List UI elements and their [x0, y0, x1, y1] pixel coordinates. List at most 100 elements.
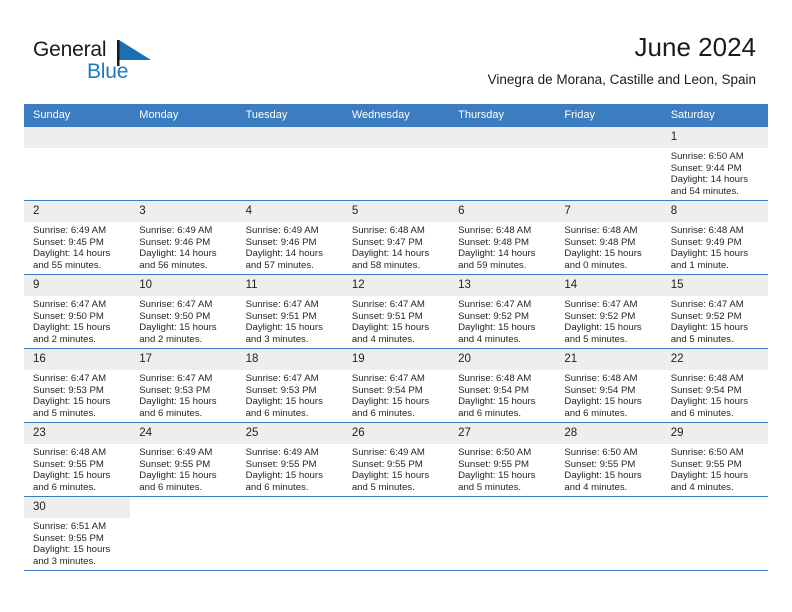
daylight-text: Daylight: 15 hours and 5 minutes. — [33, 396, 111, 419]
calendar-cell-empty — [130, 126, 237, 201]
calendar-day-cell[interactable]: 23 Sunrise: 6:48 AM Sunset: 9:55 PM Dayligh… — [24, 422, 131, 497]
day-number: 4 — [236, 201, 343, 222]
daylight-text: Daylight: 15 hours and 3 minutes. — [33, 544, 111, 567]
title-block: June 2024 Vinegra de Morana, Castille an… — [488, 32, 756, 89]
day-info: Sunrise: 6:48 AM Sunset: 9:48 PM Daylight:… — [555, 222, 661, 271]
day-number: 14 — [555, 275, 662, 296]
calendar-day-cell[interactable]: 17 Sunrise: 6:47 AM Sunset: 9:53 PM Dayligh… — [130, 348, 237, 423]
day-number: 19 — [342, 349, 450, 370]
day-info: Sunrise: 6:47 AM Sunset: 9:53 PM Daylight:… — [24, 370, 130, 419]
calendar-day-cell[interactable]: 25 Sunrise: 6:49 AM Sunset: 9:55 PM Dayligh… — [236, 422, 343, 497]
day-number: 9 — [24, 275, 131, 296]
calendar-day-cell[interactable]: 10 Sunrise: 6:47 AM Sunset: 9:50 PM Dayligh… — [130, 274, 237, 349]
calendar-day-cell[interactable]: 7 Sunrise: 6:48 AM Sunset: 9:48 PM Daylight… — [555, 200, 662, 275]
day-info: Sunrise: 6:48 AM Sunset: 9:49 PM Daylight:… — [662, 222, 768, 271]
sunset-text: Sunset: 9:51 PM — [245, 310, 317, 322]
calendar-bottom-rule — [24, 570, 768, 571]
day-info: Sunrise: 6:47 AM Sunset: 9:50 PM Daylight:… — [24, 296, 130, 345]
daylight-text: Daylight: 15 hours and 6 minutes. — [351, 396, 430, 419]
day-number: 15 — [661, 275, 768, 296]
day-info: Sunrise: 6:47 AM Sunset: 9:50 PM Daylight:… — [130, 296, 236, 345]
calendar-day-cell[interactable]: 9 Sunrise: 6:47 AM Sunset: 9:50 PM Daylight… — [24, 274, 131, 349]
calendar-day-cell[interactable]: 18 Sunrise: 6:47 AM Sunset: 9:53 PM Dayligh… — [236, 348, 343, 423]
calendar-cell-empty — [342, 496, 450, 570]
calendar-day-cell[interactable]: 6 Sunrise: 6:48 AM Sunset: 9:48 PM Daylight… — [449, 200, 556, 275]
calendar-day-cell[interactable]: 19 Sunrise: 6:47 AM Sunset: 9:54 PM Dayligh… — [342, 348, 450, 423]
calendar-day-cell[interactable]: 20 Sunrise: 6:48 AM Sunset: 9:54 PM Dayligh… — [449, 348, 556, 423]
day-number: 21 — [555, 349, 662, 370]
calendar-day-cell[interactable]: 22 Sunrise: 6:48 AM Sunset: 9:54 PM Dayligh… — [661, 348, 768, 423]
calendar-day-cell[interactable]: 2 Sunrise: 6:49 AM Sunset: 9:45 PM Daylight… — [24, 200, 131, 275]
sunset-text: Sunset: 9:55 PM — [351, 458, 423, 470]
day-info: Sunrise: 6:47 AM Sunset: 9:52 PM Daylight:… — [555, 296, 661, 345]
day-number — [24, 127, 131, 148]
calendar-day-cell[interactable]: 27 Sunrise: 6:50 AM Sunset: 9:55 PM Dayligh… — [449, 422, 556, 497]
calendar-day-cell[interactable]: 5 Sunrise: 6:48 AM Sunset: 9:47 PM Daylight… — [342, 200, 450, 275]
sunset-text: Sunset: 9:49 PM — [670, 236, 742, 248]
day-info: Sunrise: 6:50 AM Sunset: 9:44 PM Daylight:… — [662, 148, 768, 197]
daylight-text: Daylight: 14 hours and 57 minutes. — [245, 248, 323, 271]
day-info: Sunrise: 6:48 AM Sunset: 9:54 PM Daylight:… — [662, 370, 768, 419]
sunset-text: Sunset: 9:53 PM — [139, 384, 211, 396]
sunset-text: Sunset: 9:47 PM — [351, 236, 423, 248]
calendar-day-cell[interactable]: 29 Sunrise: 6:50 AM Sunset: 9:55 PM Dayligh… — [661, 422, 768, 497]
calendar-day-cell[interactable]: 4 Sunrise: 6:49 AM Sunset: 9:46 PM Daylight… — [236, 200, 343, 275]
daylight-text: Daylight: 15 hours and 6 minutes. — [33, 470, 111, 493]
weekday-header-tuesday: Tuesday — [236, 104, 343, 127]
calendar-day-cell[interactable]: 3 Sunrise: 6:49 AM Sunset: 9:46 PM Daylight… — [130, 200, 237, 275]
calendar-body: 1 Sunrise: 6:50 AM Sunset: 9:44 PM Daylight… — [24, 126, 768, 570]
sunset-text: Sunset: 9:54 PM — [351, 384, 423, 396]
calendar-day-cell[interactable]: 14 Sunrise: 6:47 AM Sunset: 9:52 PM Dayligh… — [555, 274, 662, 349]
calendar-day-cell[interactable]: 24 Sunrise: 6:49 AM Sunset: 9:55 PM Dayligh… — [130, 422, 237, 497]
day-number: 22 — [661, 349, 768, 370]
day-number: 17 — [130, 349, 237, 370]
calendar-day-cell[interactable]: 1 Sunrise: 6:50 AM Sunset: 9:44 PM Daylight… — [661, 126, 768, 201]
weekday-header-saturday: Saturday — [661, 104, 768, 127]
daylight-text: Daylight: 15 hours and 4 minutes. — [564, 470, 642, 493]
weekday-header-friday: Friday — [555, 104, 662, 127]
calendar-day-cell[interactable]: 21 Sunrise: 6:48 AM Sunset: 9:54 PM Dayligh… — [555, 348, 662, 423]
daylight-text: Daylight: 15 hours and 2 minutes. — [139, 322, 217, 345]
calendar-day-cell[interactable]: 12 Sunrise: 6:47 AM Sunset: 9:51 PM Dayligh… — [342, 274, 450, 349]
sunrise-text: Sunrise: 6:48 AM — [670, 225, 744, 236]
calendar-day-cell[interactable]: 30 Sunrise: 6:51 AM Sunset: 9:55 PM Dayligh… — [24, 496, 131, 570]
day-info: Sunrise: 6:47 AM Sunset: 9:54 PM Daylight:… — [343, 370, 449, 419]
weekday-header-thursday: Thursday — [449, 104, 556, 127]
sunrise-text: Sunrise: 6:48 AM — [458, 373, 532, 384]
day-number: 25 — [236, 423, 343, 444]
sunset-text: Sunset: 9:55 PM — [139, 458, 211, 470]
calendar-day-cell[interactable]: 8 Sunrise: 6:48 AM Sunset: 9:49 PM Daylight… — [661, 200, 768, 275]
sunset-text: Sunset: 9:53 PM — [245, 384, 317, 396]
day-info: Sunrise: 6:48 AM Sunset: 9:54 PM Daylight:… — [555, 370, 661, 419]
calendar-day-cell[interactable]: 11 Sunrise: 6:47 AM Sunset: 9:51 PM Dayligh… — [236, 274, 343, 349]
general-blue-logo[interactable]: General Blue — [33, 38, 173, 88]
calendar-day-cell[interactable]: 28 Sunrise: 6:50 AM Sunset: 9:55 PM Dayligh… — [555, 422, 662, 497]
day-number: 18 — [236, 349, 343, 370]
sunrise-text: Sunrise: 6:49 AM — [139, 447, 213, 458]
sunset-text: Sunset: 9:54 PM — [458, 384, 530, 396]
sunrise-text: Sunrise: 6:47 AM — [351, 373, 425, 384]
calendar-day-cell[interactable]: 13 Sunrise: 6:47 AM Sunset: 9:52 PM Dayligh… — [449, 274, 556, 349]
day-number — [449, 127, 556, 148]
sunset-text: Sunset: 9:44 PM — [670, 162, 742, 174]
day-info: Sunrise: 6:49 AM Sunset: 9:55 PM Daylight:… — [237, 444, 343, 493]
weekday-header-row: Sunday Monday Tuesday Wednesday Thursday… — [24, 104, 768, 127]
day-info: Sunrise: 6:47 AM Sunset: 9:52 PM Daylight:… — [449, 296, 555, 345]
calendar-day-cell[interactable]: 26 Sunrise: 6:49 AM Sunset: 9:55 PM Dayligh… — [342, 422, 450, 497]
sunrise-text: Sunrise: 6:48 AM — [351, 225, 425, 236]
daylight-text: Daylight: 15 hours and 6 minutes. — [245, 396, 323, 419]
sunrise-text: Sunrise: 6:47 AM — [33, 299, 107, 310]
daylight-text: Daylight: 15 hours and 1 minute. — [670, 248, 749, 271]
calendar-week-row: 23 Sunrise: 6:48 AM Sunset: 9:55 PM Dayligh… — [24, 422, 768, 497]
daylight-text: Daylight: 15 hours and 6 minutes. — [564, 396, 642, 419]
sunrise-text: Sunrise: 6:47 AM — [33, 373, 107, 384]
calendar-cell-empty — [236, 126, 343, 201]
calendar-grid: Sunday Monday Tuesday Wednesday Thursday… — [24, 104, 768, 570]
daylight-text: Daylight: 15 hours and 6 minutes. — [245, 470, 323, 493]
sunrise-text: Sunrise: 6:49 AM — [245, 447, 319, 458]
calendar-day-cell[interactable]: 16 Sunrise: 6:47 AM Sunset: 9:53 PM Dayligh… — [24, 348, 131, 423]
calendar-cell-empty — [236, 496, 343, 570]
sunrise-text: Sunrise: 6:47 AM — [139, 299, 213, 310]
calendar-day-cell[interactable]: 15 Sunrise: 6:47 AM Sunset: 9:52 PM Dayligh… — [661, 274, 768, 349]
calendar-cell-empty — [342, 126, 450, 201]
